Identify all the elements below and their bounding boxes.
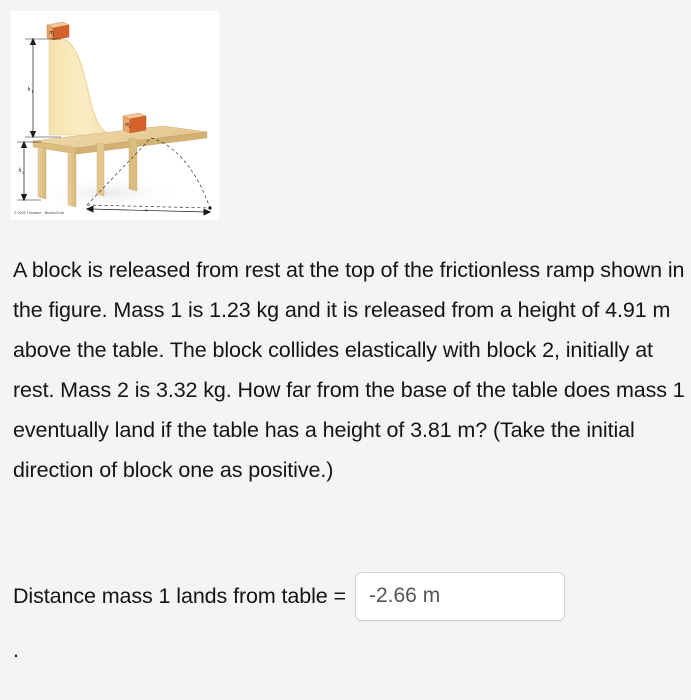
problem-statement: A block is released from rest at the top…: [13, 258, 685, 482]
h2-label: h: [19, 168, 22, 174]
block-mass-1: m 1: [46, 21, 70, 41]
x-label: x: [144, 208, 148, 214]
h2-sublabel: 2: [22, 170, 24, 175]
h1-label: h: [28, 87, 31, 93]
ramp-table-diagram-svg: m 1 m 2 h 1 h 2 x: [11, 11, 219, 220]
figure-copyright: © 2003 Thomson - Brooks/Cole: [14, 211, 65, 215]
physics-figure: m 1 m 2 h 1 h 2 x © 2003 Thomson - Brook…: [11, 11, 219, 220]
floor-shadow: [28, 177, 184, 209]
answer-label: Distance mass 1 lands from table =: [13, 584, 346, 608]
mass1-sublabel: 1: [53, 33, 55, 37]
mass2-sublabel: 2: [129, 125, 131, 129]
trailing-period: .: [13, 638, 19, 662]
block-mass-2: m 2: [122, 112, 147, 134]
answer-row: Distance mass 1 lands from table =: [13, 571, 691, 621]
h1-sublabel: 1: [31, 89, 33, 94]
answer-input[interactable]: [355, 571, 565, 621]
